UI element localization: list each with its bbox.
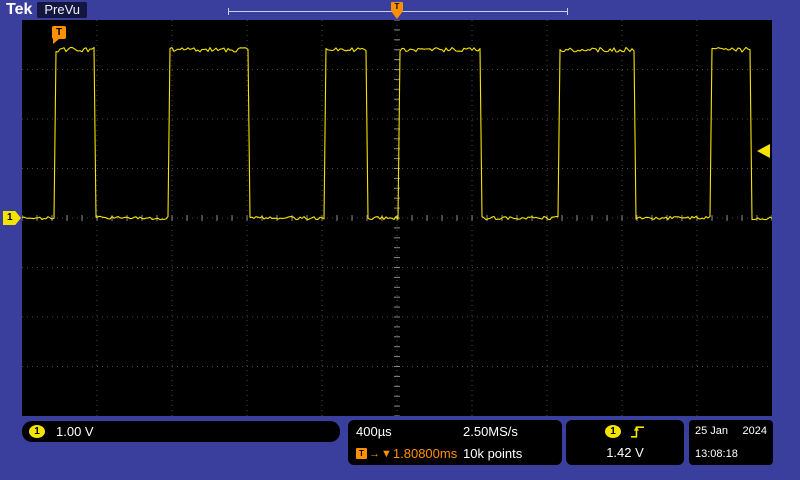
oscilloscope-ui: Tek PreVu T T 1 1 1.00 V 400µs 2.50MS/s …	[0, 0, 800, 480]
trigger-position-arrow-icon	[391, 11, 403, 19]
trigger-position-flag: T	[391, 2, 403, 11]
ch1-badge[interactable]: 1	[29, 425, 45, 438]
timebase-value: 400µs	[356, 424, 392, 439]
trigger-delay-value: 1.80800ms	[392, 446, 458, 461]
ch1-scale-readout[interactable]: 1 1.00 V	[22, 421, 340, 442]
tek-logo: Tek	[6, 1, 33, 18]
graticule-svg	[22, 20, 772, 416]
trigger-source-badge[interactable]: 1	[605, 425, 621, 438]
trigger-readout[interactable]: 1 1.42 V	[566, 420, 684, 465]
ch1-ground-marker[interactable]: 1	[3, 211, 21, 225]
trigger-point-flag[interactable]: T	[52, 26, 66, 44]
year-value: 2024	[742, 425, 767, 437]
record-length-value: 10k points	[463, 446, 523, 461]
trigger-delay-flag-icon: T	[356, 448, 367, 459]
acquisition-status: PreVu	[37, 2, 88, 18]
sample-rate-value: 2.50MS/s	[463, 424, 518, 439]
top-status-bar: Tek PreVu	[6, 1, 88, 19]
trigger-delay-arrow-icon: →	[369, 447, 380, 460]
trigger-delay-readout: T → ▼ 1.80800ms	[356, 446, 463, 461]
horizontal-readout[interactable]: 400µs 2.50MS/s T → ▼ 1.80800ms 10k point…	[348, 420, 562, 465]
trigger-slope-rising-icon	[631, 426, 644, 438]
ch1-vertical-scale: 1.00 V	[56, 424, 94, 439]
graticule-area: T	[22, 20, 772, 416]
time-value: 13:08:18	[695, 448, 738, 460]
trigger-delay-marker-icon: ▼	[381, 447, 392, 460]
record-end-tick	[567, 8, 568, 15]
datetime-readout: 25 Jan 2024 13:08:18	[689, 420, 773, 465]
trigger-level-value: 1.42 V	[606, 445, 644, 460]
ch1-trace	[22, 46, 772, 221]
trigger-position-marker[interactable]: T	[390, 2, 404, 20]
date-value: 25 Jan	[695, 425, 729, 437]
